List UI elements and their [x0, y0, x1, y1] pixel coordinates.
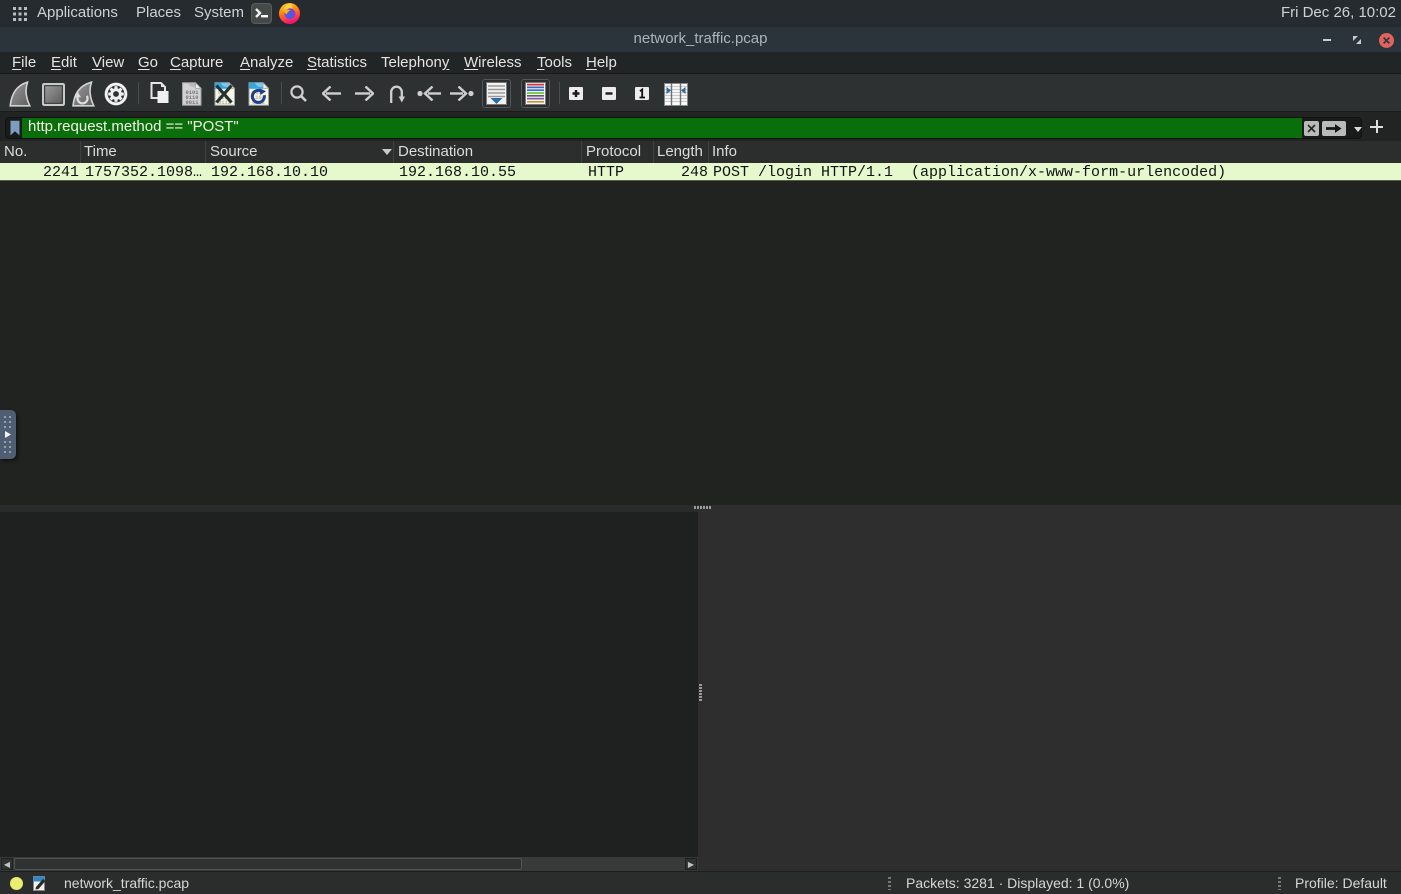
svg-text:0011: 0011 [186, 100, 199, 106]
